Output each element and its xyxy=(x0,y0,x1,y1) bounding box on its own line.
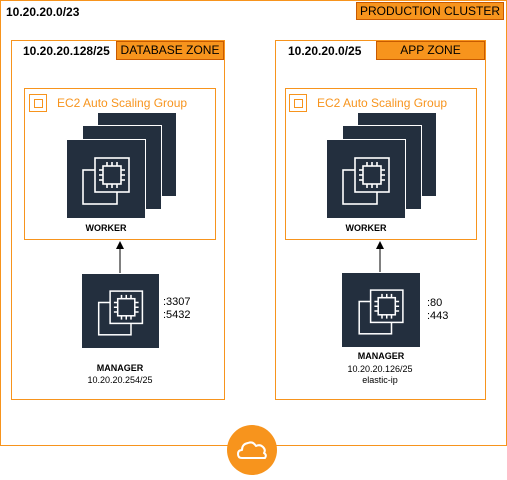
app-worker-tile-front xyxy=(326,139,406,219)
app-manager-ports: :80 :443 xyxy=(427,297,448,323)
database-zone-cidr: 10.20.20.128/25 xyxy=(23,44,110,58)
cloud-icon xyxy=(227,425,277,475)
database-manager-ip: 10.20.20.254/25 xyxy=(87,375,153,385)
ec2-instance-icon xyxy=(97,290,144,336)
app-worker-label: WORKER xyxy=(345,223,387,233)
app-zone-cidr: 10.20.20.0/25 xyxy=(288,44,362,58)
database-manager-label: MANAGER xyxy=(96,363,144,373)
app-manager-elastic-ip: elastic-ip xyxy=(362,375,398,385)
app-asg-title: EC2 Auto Scaling Group xyxy=(317,96,448,110)
ec2-instance-icon xyxy=(82,157,130,205)
app-connector-arrow xyxy=(376,241,384,273)
ec2-instance-icon xyxy=(342,157,390,205)
auto-scaling-group-icon xyxy=(289,94,307,112)
database-connector-arrow xyxy=(116,241,124,273)
port-label: :80 xyxy=(427,297,443,309)
port-label: :443 xyxy=(427,310,449,322)
database-worker-label: WORKER xyxy=(85,223,127,233)
database-asg-title: EC2 Auto Scaling Group xyxy=(57,96,188,110)
app-manager-tile xyxy=(341,272,421,348)
database-manager-ports: :3307 :5432 xyxy=(163,296,191,322)
cluster-label: PRODUCTION CLUSTER xyxy=(356,2,504,20)
auto-scaling-group-icon xyxy=(29,94,47,112)
database-worker-tile-front xyxy=(66,139,146,219)
database-zone-label: DATABASE ZONE xyxy=(116,41,224,60)
app-manager-ip: 10.20.20.126/25 xyxy=(347,364,413,374)
database-manager-tile xyxy=(81,273,160,349)
ec2-instance-icon xyxy=(358,289,404,335)
app-zone-label: APP ZONE xyxy=(376,41,485,60)
app-manager-label: MANAGER xyxy=(357,351,405,361)
port-label: :5432 xyxy=(163,309,191,321)
cluster-cidr: 10.20.20.0/23 xyxy=(6,5,80,19)
port-label: :3307 xyxy=(163,296,191,308)
